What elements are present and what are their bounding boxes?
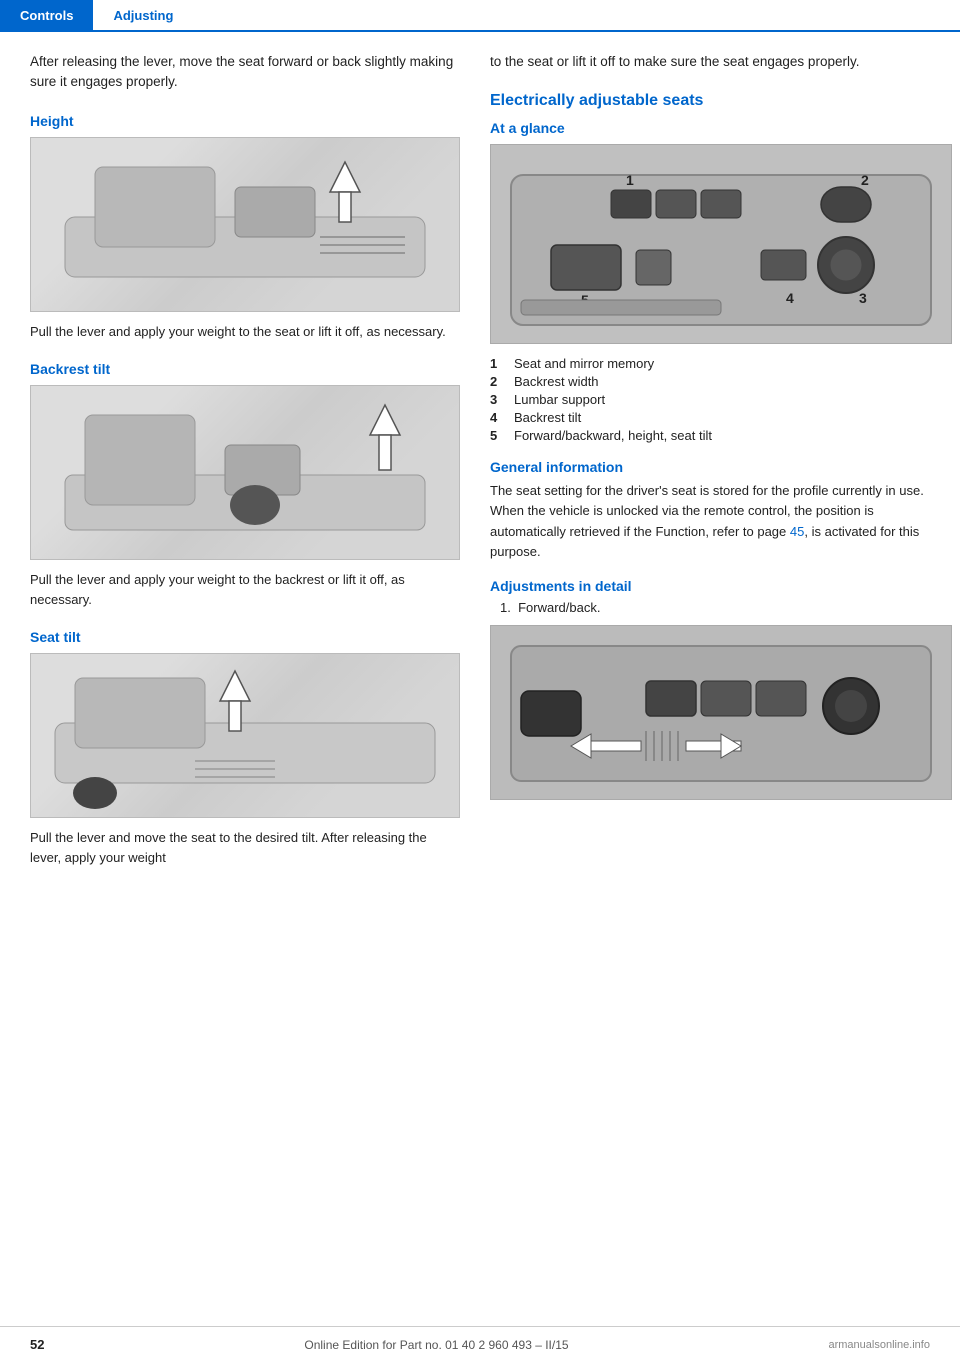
main-content: After releasing the lever, move the seat… [0, 32, 960, 907]
list-item-1: 1 Seat and mirror memory [490, 356, 952, 371]
tab-adjusting[interactable]: Adjusting [93, 0, 193, 30]
intro-paragraph: After releasing the lever, move the seat… [30, 52, 460, 93]
list-item-5: 5 Forward/backward, height, seat tilt [490, 428, 952, 443]
electrically-adjustable-title: Electrically adjustable seats [490, 92, 952, 110]
footer-info: Online Edition for Part no. 01 40 2 960 … [304, 1338, 568, 1352]
tab-controls[interactable]: Controls [0, 0, 93, 30]
height-image [30, 137, 460, 312]
at-glance-heading: At a glance [490, 120, 952, 136]
forward-back-svg [491, 626, 951, 800]
footer-logo: armanualsonline.info [828, 1339, 930, 1351]
item-4-label: Backrest tilt [514, 410, 581, 425]
seat-diagram-image: 1 2 3 4 5 [490, 144, 952, 344]
svg-text:2: 2 [861, 172, 869, 188]
left-column: After releasing the lever, move the seat… [30, 52, 460, 887]
item-2-label: Backrest width [514, 374, 599, 389]
list-item-2: 2 Backrest width [490, 374, 952, 389]
adjustments-item-1: 1. Forward/back. [500, 600, 952, 615]
right-intro: to the seat or lift it off to make sure … [490, 52, 952, 72]
top-navigation: Controls Adjusting [0, 0, 960, 32]
right-column: to the seat or lift it off to make sure … [490, 52, 952, 887]
item-2-num: 2 [490, 374, 506, 389]
seat-tilt-caption: Pull the lever and move the seat to the … [30, 828, 460, 867]
gen-info-heading: General information [490, 459, 952, 475]
footer: 52 Online Edition for Part no. 01 40 2 9… [0, 1326, 960, 1362]
adjustments-list: 1. Forward/back. [490, 600, 952, 615]
list-item-4: 4 Backrest tilt [490, 410, 952, 425]
seat-tilt-heading: Seat tilt [30, 629, 460, 645]
gen-info-text: The seat setting for the driver's seat i… [490, 481, 952, 562]
height-heading: Height [30, 113, 460, 129]
height-diagram-svg [35, 137, 455, 312]
list-item-3: 3 Lumbar support [490, 392, 952, 407]
item-1-num: 1 [490, 356, 506, 371]
seat-tilt-diagram-svg [35, 653, 455, 818]
svg-text:1: 1 [626, 172, 634, 188]
seat-controls-svg: 1 2 3 4 5 [491, 145, 951, 344]
item-5-num: 5 [490, 428, 506, 443]
svg-text:3: 3 [859, 290, 867, 306]
backrest-diagram-svg [35, 385, 455, 560]
item-3-label: Lumbar support [514, 392, 605, 407]
page-link[interactable]: 45 [790, 524, 804, 539]
page-number: 52 [30, 1337, 44, 1352]
backrest-heading: Backrest tilt [30, 361, 460, 377]
adjustments-heading: Adjustments in detail [490, 578, 952, 594]
item-5-label: Forward/backward, height, seat tilt [514, 428, 712, 443]
forward-back-image [490, 625, 952, 800]
item-4-num: 4 [490, 410, 506, 425]
seat-tilt-image [30, 653, 460, 818]
height-caption: Pull the lever and apply your weight to … [30, 322, 460, 342]
backrest-caption: Pull the lever and apply your weight to … [30, 570, 460, 609]
item-1-label: Seat and mirror memory [514, 356, 654, 371]
numbered-list: 1 Seat and mirror memory 2 Backrest widt… [490, 356, 952, 443]
item-3-num: 3 [490, 392, 506, 407]
svg-text:4: 4 [786, 290, 794, 306]
backrest-image [30, 385, 460, 560]
